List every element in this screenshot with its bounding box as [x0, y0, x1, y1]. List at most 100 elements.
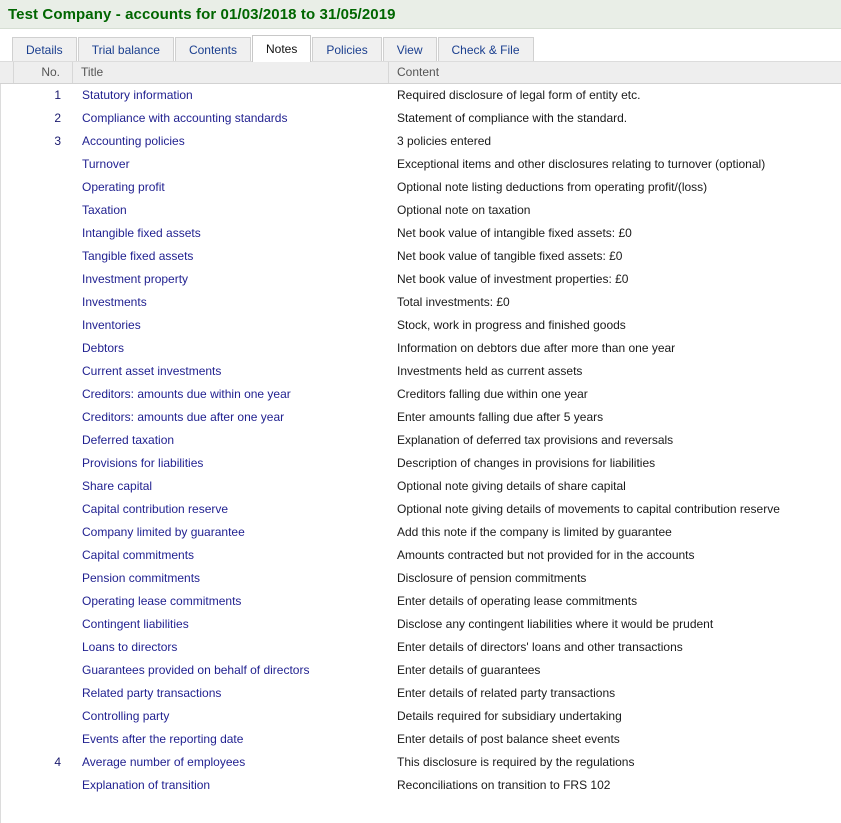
table-row[interactable]: Pension commitments Disclosure of pension…: [1, 567, 841, 590]
table-row[interactable]: 2 Compliance with accounting standards Sta…: [1, 107, 841, 130]
table-row[interactable]: Events after the reporting date Enter det…: [1, 728, 841, 751]
tab-details[interactable]: Details: [12, 37, 77, 62]
cell-note-number: [14, 774, 73, 797]
row-gutter: [1, 659, 14, 682]
row-gutter: [1, 84, 14, 107]
cell-note-title-link[interactable]: Provisions for liabilities: [73, 452, 390, 475]
tab-contents[interactable]: Contents: [174, 37, 251, 62]
table-row[interactable]: Creditors: amounts due after one year Ent…: [1, 406, 841, 429]
table-row[interactable]: Intangible fixed assets Net book value of…: [1, 222, 841, 245]
table-row[interactable]: Controlling party Details required for su…: [1, 705, 841, 728]
row-gutter: [1, 222, 14, 245]
cell-note-number: [14, 153, 73, 176]
cell-note-title-link[interactable]: Explanation of transition: [73, 774, 390, 797]
cell-note-title-link[interactable]: Pension commitments: [73, 567, 390, 590]
cell-note-title-link[interactable]: Deferred taxation: [73, 429, 390, 452]
row-gutter: [1, 475, 14, 498]
row-gutter: [1, 314, 14, 337]
table-row[interactable]: Inventories Stock, work in progress and f…: [1, 314, 841, 337]
table-row[interactable]: 3 Accounting policies 3 policies entered: [1, 130, 841, 153]
cell-note-title-link[interactable]: Debtors: [73, 337, 390, 360]
column-header-title[interactable]: Title: [73, 62, 389, 83]
table-row[interactable]: Guarantees provided on behalf of directo…: [1, 659, 841, 682]
row-gutter: [1, 521, 14, 544]
table-row[interactable]: Related party transactions Enter details …: [1, 682, 841, 705]
tab-notes[interactable]: Notes: [251, 35, 312, 62]
table-row[interactable]: Capital commitments Amounts contracted bu…: [1, 544, 841, 567]
cell-note-title-link[interactable]: Average number of employees: [73, 751, 390, 774]
table-row[interactable]: Current asset investments Investments hel…: [1, 360, 841, 383]
cell-note-title-link[interactable]: Turnover: [73, 153, 390, 176]
cell-note-title-link[interactable]: Company limited by guarantee: [73, 521, 390, 544]
grid-header-row: No. Title Content: [0, 62, 841, 84]
cell-note-title-link[interactable]: Statutory information: [73, 84, 390, 107]
column-header-content[interactable]: Content: [389, 62, 841, 83]
table-row[interactable]: Operating lease commitments Enter details…: [1, 590, 841, 613]
cell-note-number: 2: [54, 111, 61, 125]
cell-note-content: Enter details of operating lease commitm…: [397, 594, 638, 608]
table-row[interactable]: Tangible fixed assets Net book value of t…: [1, 245, 841, 268]
table-row[interactable]: Investment property Net book value of inv…: [1, 268, 841, 291]
cell-note-title-link[interactable]: Investment property: [73, 268, 390, 291]
cell-note-title-link[interactable]: Capital commitments: [73, 544, 390, 567]
row-gutter: [1, 199, 14, 222]
cell-note-title-link[interactable]: Current asset investments: [73, 360, 390, 383]
tab-check-file[interactable]: Check & File: [437, 37, 534, 62]
table-row[interactable]: Investments Total investments: £0: [1, 291, 841, 314]
table-row[interactable]: Taxation Optional note on taxation: [1, 199, 841, 222]
notes-grid: No. Title Content 1 Statutory information…: [0, 61, 841, 823]
cell-note-title-link[interactable]: Operating profit: [73, 176, 390, 199]
table-row[interactable]: 4 Average number of employees This disclos…: [1, 751, 841, 774]
cell-note-title-link[interactable]: Creditors: amounts due after one year: [73, 406, 390, 429]
cell-note-number: [14, 337, 73, 360]
cell-note-title-link[interactable]: Loans to directors: [73, 636, 390, 659]
cell-note-title-link[interactable]: Accounting policies: [73, 130, 390, 153]
table-row[interactable]: Share capital Optional note giving detail…: [1, 475, 841, 498]
cell-note-title-link[interactable]: Controlling party: [73, 705, 390, 728]
tab-view[interactable]: View: [382, 37, 437, 62]
table-row[interactable]: Turnover Exceptional items and other disc…: [1, 153, 841, 176]
app-window: Test Company - accounts for 01/03/2018 t…: [0, 0, 841, 823]
table-row[interactable]: Deferred taxation Explanation of deferred…: [1, 429, 841, 452]
tab-trial-balance[interactable]: Trial balance: [77, 37, 174, 62]
table-row[interactable]: Creditors: amounts due within one year Cr…: [1, 383, 841, 406]
cell-note-content: Disclose any contingent liabilities wher…: [397, 617, 714, 631]
cell-note-title-link[interactable]: Guarantees provided on behalf of directo…: [73, 659, 390, 682]
cell-note-title-link[interactable]: Taxation: [73, 199, 390, 222]
cell-note-number: [14, 590, 73, 613]
cell-note-title-link[interactable]: Compliance with accounting standards: [73, 107, 390, 130]
cell-note-title-link[interactable]: Related party transactions: [73, 682, 390, 705]
cell-note-title-link[interactable]: Investments: [73, 291, 390, 314]
cell-note-title-link[interactable]: Tangible fixed assets: [73, 245, 390, 268]
table-row[interactable]: Provisions for liabilities Description of…: [1, 452, 841, 475]
cell-note-title-link[interactable]: Operating lease commitments: [73, 590, 390, 613]
table-row[interactable]: Company limited by guarantee Add this not…: [1, 521, 841, 544]
cell-note-number: [14, 682, 73, 705]
cell-note-title-link[interactable]: Contingent liabilities: [73, 613, 390, 636]
table-row[interactable]: Loans to directors Enter details of direc…: [1, 636, 841, 659]
row-gutter: [1, 774, 14, 797]
cell-note-number: [14, 176, 73, 199]
table-row[interactable]: Explanation of transition Reconciliations…: [1, 774, 841, 797]
row-gutter: [1, 245, 14, 268]
cell-note-number: [14, 475, 73, 498]
cell-note-number: [14, 314, 73, 337]
table-row[interactable]: Operating profit Optional note listing de…: [1, 176, 841, 199]
cell-note-content: Description of changes in provisions for…: [397, 456, 656, 470]
table-row[interactable]: Debtors Information on debtors due after …: [1, 337, 841, 360]
cell-note-title-link[interactable]: Inventories: [73, 314, 390, 337]
table-row[interactable]: Contingent liabilities Disclose any conti…: [1, 613, 841, 636]
column-header-no[interactable]: No.: [14, 62, 73, 83]
cell-note-title-link[interactable]: Events after the reporting date: [73, 728, 390, 751]
cell-note-title-link[interactable]: Capital contribution reserve: [73, 498, 390, 521]
cell-note-title-link[interactable]: Share capital: [73, 475, 390, 498]
row-gutter: [1, 751, 14, 774]
cell-note-content: Disclosure of pension commitments: [397, 571, 587, 585]
cell-note-title-link[interactable]: Intangible fixed assets: [73, 222, 390, 245]
grid-body: 1 Statutory information Required disclosur…: [0, 84, 841, 823]
table-row[interactable]: Capital contribution reserve Optional not…: [1, 498, 841, 521]
cell-note-content: Net book value of tangible fixed assets:…: [397, 249, 623, 263]
cell-note-title-link[interactable]: Creditors: amounts due within one year: [73, 383, 390, 406]
table-row[interactable]: 1 Statutory information Required disclosur…: [1, 84, 841, 107]
tab-policies[interactable]: Policies: [312, 37, 382, 62]
